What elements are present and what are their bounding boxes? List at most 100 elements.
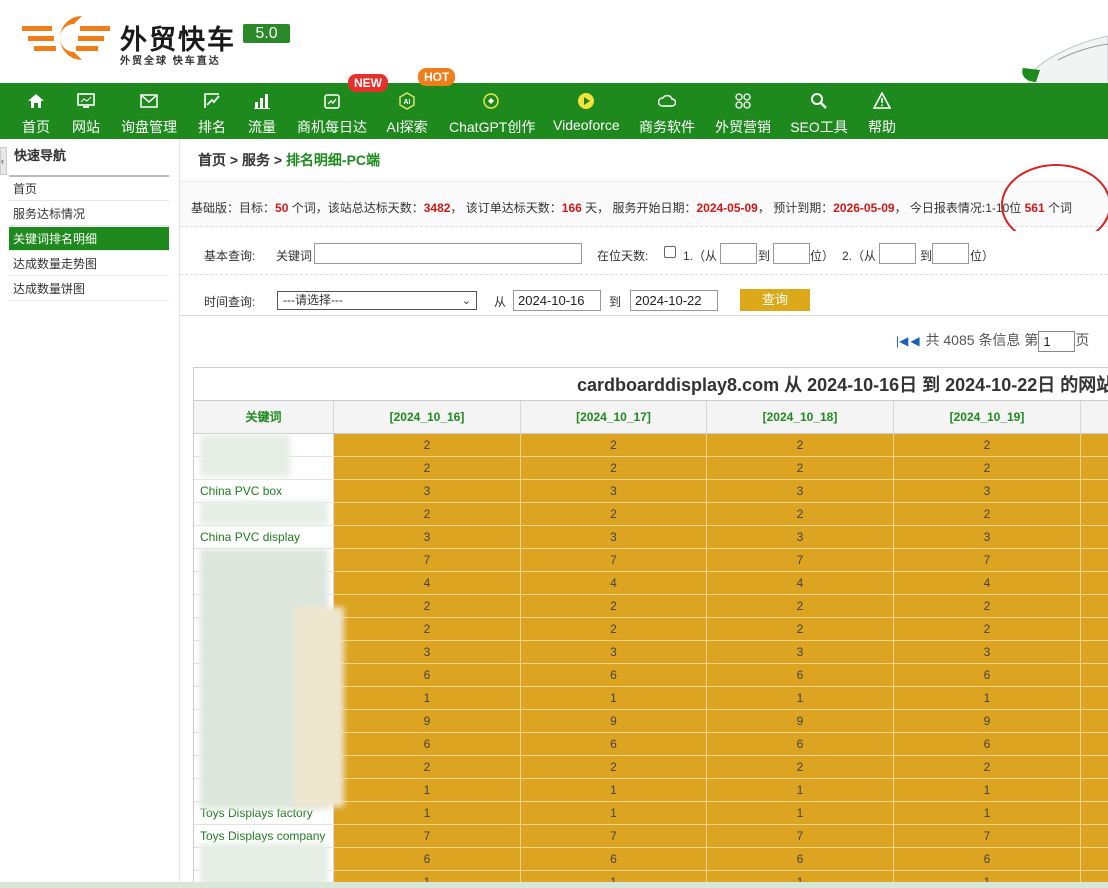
days-label: 在位天数: [597, 249, 649, 263]
rank-cell: 6 [707, 848, 894, 871]
rank-cell: 7 [521, 825, 707, 848]
rank-cell: 1 [707, 687, 894, 710]
rank-cell: 7 [894, 549, 1081, 572]
info-label: ， 该订单达标天数： [450, 201, 562, 215]
option1-from-input[interactable] [720, 243, 757, 264]
keyword-input[interactable] [314, 243, 582, 264]
target-count: 50 [275, 201, 289, 215]
rank-cell: 2 [894, 457, 1081, 480]
rank-cell: 2 [707, 618, 894, 641]
chevron-down-icon: ⌄ [461, 295, 471, 307]
nav-website[interactable]: 网站 [70, 83, 102, 139]
nav-home[interactable]: 首页 [20, 83, 52, 139]
nav-label: AI探索 [386, 119, 428, 135]
rank-cell: 9 [334, 710, 521, 733]
page-input[interactable]: 1 [1038, 330, 1076, 352]
rank-cell: 6 [521, 848, 707, 871]
prev-page-icon[interactable]: ◀ [910, 334, 919, 348]
brand-slogan: 外贸全球 快车直达 [120, 56, 221, 67]
rank-cell: 2 [334, 503, 521, 526]
cloud-icon [658, 94, 676, 107]
status-strip [0, 882, 1108, 888]
train-icon [1022, 35, 1108, 85]
rank-cell: 1 [334, 779, 521, 802]
to-date-input[interactable]: 2024-10-22 [630, 290, 718, 311]
rank-cell: 6 [334, 733, 521, 756]
keyword-label: 关键词 [276, 249, 313, 263]
keyword-cell[interactable]: China PVC box [194, 480, 334, 503]
sidebar-item-home[interactable]: 首页 [9, 177, 169, 201]
bar-chart-icon [254, 94, 270, 109]
collapse-toggle[interactable]: ‹ [0, 147, 7, 175]
rank-cell: 9 [521, 710, 707, 733]
option2-from-input[interactable] [879, 243, 916, 264]
table-row: 7777 [194, 549, 1108, 572]
rank-cell: 6 [334, 664, 521, 687]
header-date: [2024_10_16] [334, 401, 521, 433]
rank-cell: 1 [521, 687, 707, 710]
rank-cell: 2 [334, 595, 521, 618]
redaction-blur [200, 435, 290, 477]
rank-cell [1081, 434, 1108, 457]
nav-seo-tools[interactable]: SEO工具 [790, 83, 848, 139]
rank-cell: 2 [334, 457, 521, 480]
nav-business-software[interactable]: 商务软件 [638, 83, 696, 139]
sidebar-item-pie-chart[interactable]: 达成数量饼图 [9, 277, 169, 301]
rank-cell: 3 [334, 526, 521, 549]
nav-help[interactable]: 帮助 [866, 83, 898, 139]
keyword-cell[interactable]: China PVC display [194, 526, 334, 549]
nav-chatgpt[interactable]: ChatGPT创作 [449, 83, 535, 139]
breadcrumb-sep: > [269, 152, 286, 168]
option2-to-input[interactable] [932, 243, 969, 264]
position-label: 位） [810, 249, 835, 263]
rank-cell [1081, 549, 1108, 572]
nav-label: Videoforce [553, 117, 620, 133]
breadcrumb-service[interactable]: 服务 [242, 152, 270, 168]
new-badge: NEW [348, 74, 388, 92]
nav-traffic[interactable]: 流量 [246, 83, 278, 139]
rank-cell [1081, 595, 1108, 618]
rank-cell: 1 [707, 779, 894, 802]
rank-cell: 3 [334, 641, 521, 664]
time-query-row: 时间查询: ---请选择--- ⌄ 从 2024-10-16 到 2024-10… [180, 278, 1108, 316]
calendar-icon [324, 94, 340, 109]
rank-cell: 4 [894, 572, 1081, 595]
sidebar-item-service-status[interactable]: 服务达标情况 [9, 202, 169, 226]
rank-cell: 6 [894, 848, 1081, 871]
first-page-icon[interactable]: |◀ [896, 334, 908, 348]
rank-cell: 6 [521, 733, 707, 756]
breadcrumb-home[interactable]: 首页 [198, 152, 226, 168]
from-date-input[interactable]: 2024-10-16 [513, 290, 601, 311]
hot-badge: HOT [418, 68, 456, 86]
rank-cell: 3 [894, 641, 1081, 664]
rank-cell [1081, 825, 1108, 848]
main-nav: 首页 网站 询盘管理 排名 流量 商机每日达 AI AI探索 ChatGPT创作 [0, 83, 1108, 139]
pager-suffix: 页 [1075, 332, 1090, 348]
nav-label: 流量 [248, 119, 276, 135]
rank-cell: 4 [334, 572, 521, 595]
rank-cell [1081, 733, 1108, 756]
nav-marketing[interactable]: 外贸营销 [714, 83, 772, 139]
days-checkbox[interactable] [664, 246, 676, 258]
rank-cell: 2 [334, 434, 521, 457]
option1-to-input[interactable] [773, 243, 810, 264]
rank-cell: 6 [334, 848, 521, 871]
video-icon [578, 93, 594, 109]
nav-ai-explore[interactable]: AI AI探索 [385, 83, 429, 139]
rank-cell: 2 [894, 434, 1081, 457]
nav-label: 排名 [198, 119, 226, 135]
version-badge: 5.0 [243, 24, 290, 43]
nav-videoforce[interactable]: Videoforce [553, 83, 620, 139]
sidebar-item-keyword-ranking[interactable]: 关键词排名明细 [9, 227, 169, 251]
search-button[interactable]: 查询 [740, 289, 810, 311]
rank-cell: 2 [334, 618, 521, 641]
nav-inquiry[interactable]: 询盘管理 [120, 83, 178, 139]
rank-cell [1081, 618, 1108, 641]
time-select[interactable]: ---请选择--- ⌄ [277, 291, 477, 310]
rank-cell: 2 [521, 618, 707, 641]
nav-ranking[interactable]: 排名 [196, 83, 228, 139]
sidebar-item-trend-chart[interactable]: 达成数量走势图 [9, 252, 169, 276]
rank-cell: 1 [521, 779, 707, 802]
position-label: 位） [970, 249, 995, 263]
from-label: 从 [494, 295, 507, 309]
